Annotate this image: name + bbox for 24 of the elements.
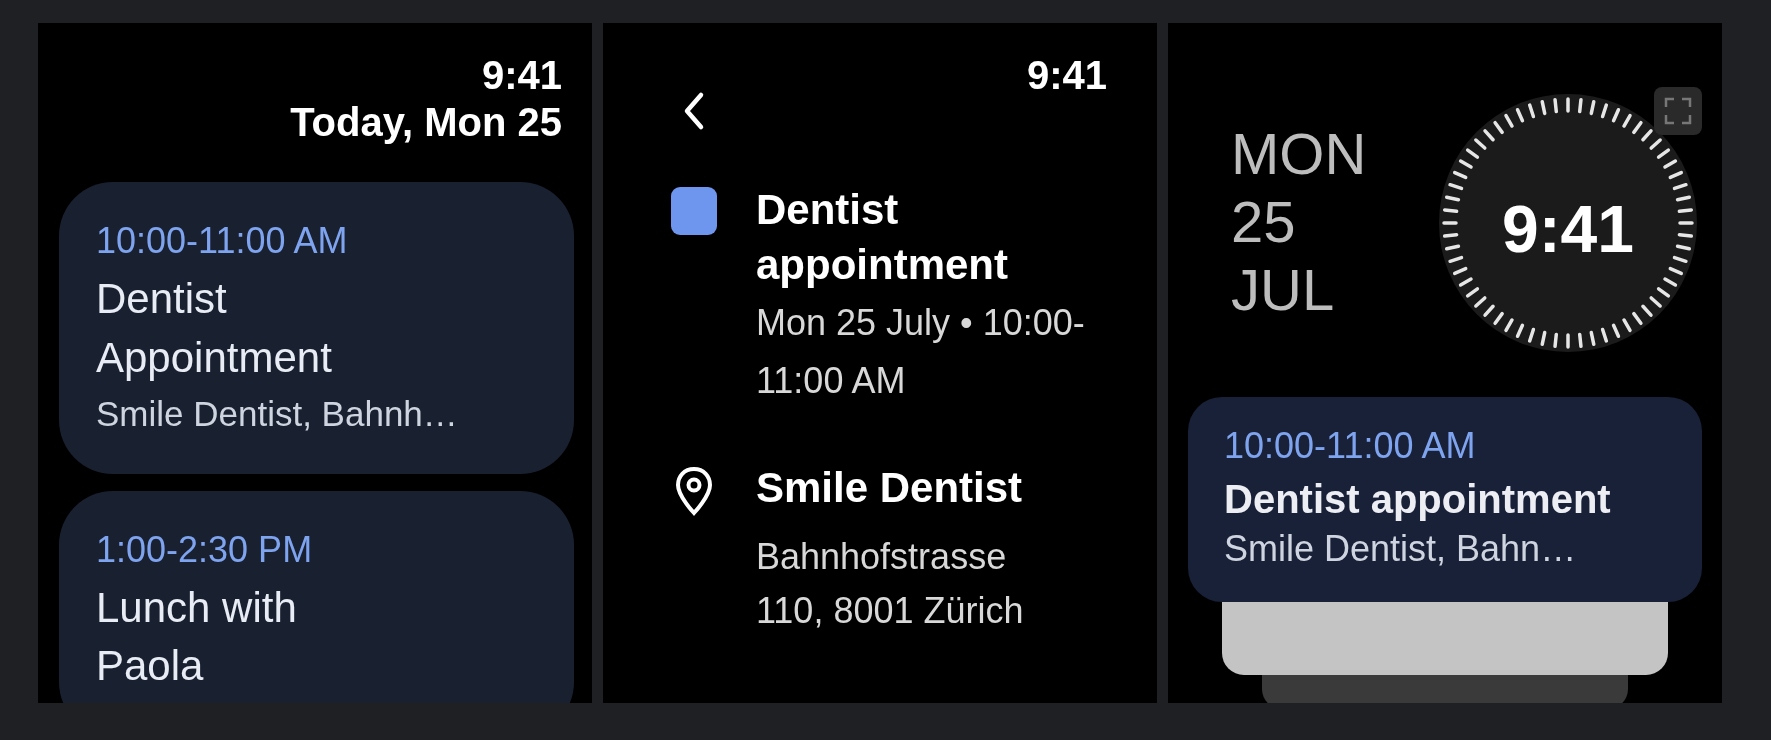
event-datetime: Mon 25 July • 10:00-11:00 AM [756,301,1086,403]
event-location: Smile Dentist, Bahn… [1224,528,1578,570]
event-card[interactable]: 1:00-2:30 PM Lunch with Paola [59,490,574,703]
location-pin-icon [674,465,714,518]
event-title: Dentist Appointment [96,274,333,383]
day-label: 25 [1231,187,1297,256]
place-address: Bahnhofstrasse 110, 8001 Zürich [756,534,1025,633]
event-title: Lunch with Paola [96,582,298,692]
event-title: Dentist appointment [756,185,1009,290]
date-label: Today, Mon 25 [290,100,562,145]
event-location: Smile Dentist, Bahnh… [96,393,459,434]
clock-time: 9:41 [481,53,562,98]
event-time: 1:00-2:30 PM [96,528,314,571]
event-time: 10:00-11:00 AM [1224,425,1477,467]
clock-time: 9:41 [1500,191,1636,267]
event-title: Dentist appointment [1224,477,1612,522]
event-card[interactable]: 10:00-11:00 AM Dentist Appointment Smile Dentist, Bahnh… [59,182,574,474]
event-time: 10:00-11:00 AM [96,220,349,262]
clock-time: 9:41 [1026,53,1107,98]
place-name: Smile Dentist [756,463,1024,514]
fullscreen-icon[interactable] [1654,87,1702,135]
weekday-label: MON [1231,120,1367,188]
month-label: JUL [1231,255,1336,324]
event-card[interactable]: 10:00-11:00 AM Dentist appointment Smile Dentist, Bahn… [1188,397,1702,602]
